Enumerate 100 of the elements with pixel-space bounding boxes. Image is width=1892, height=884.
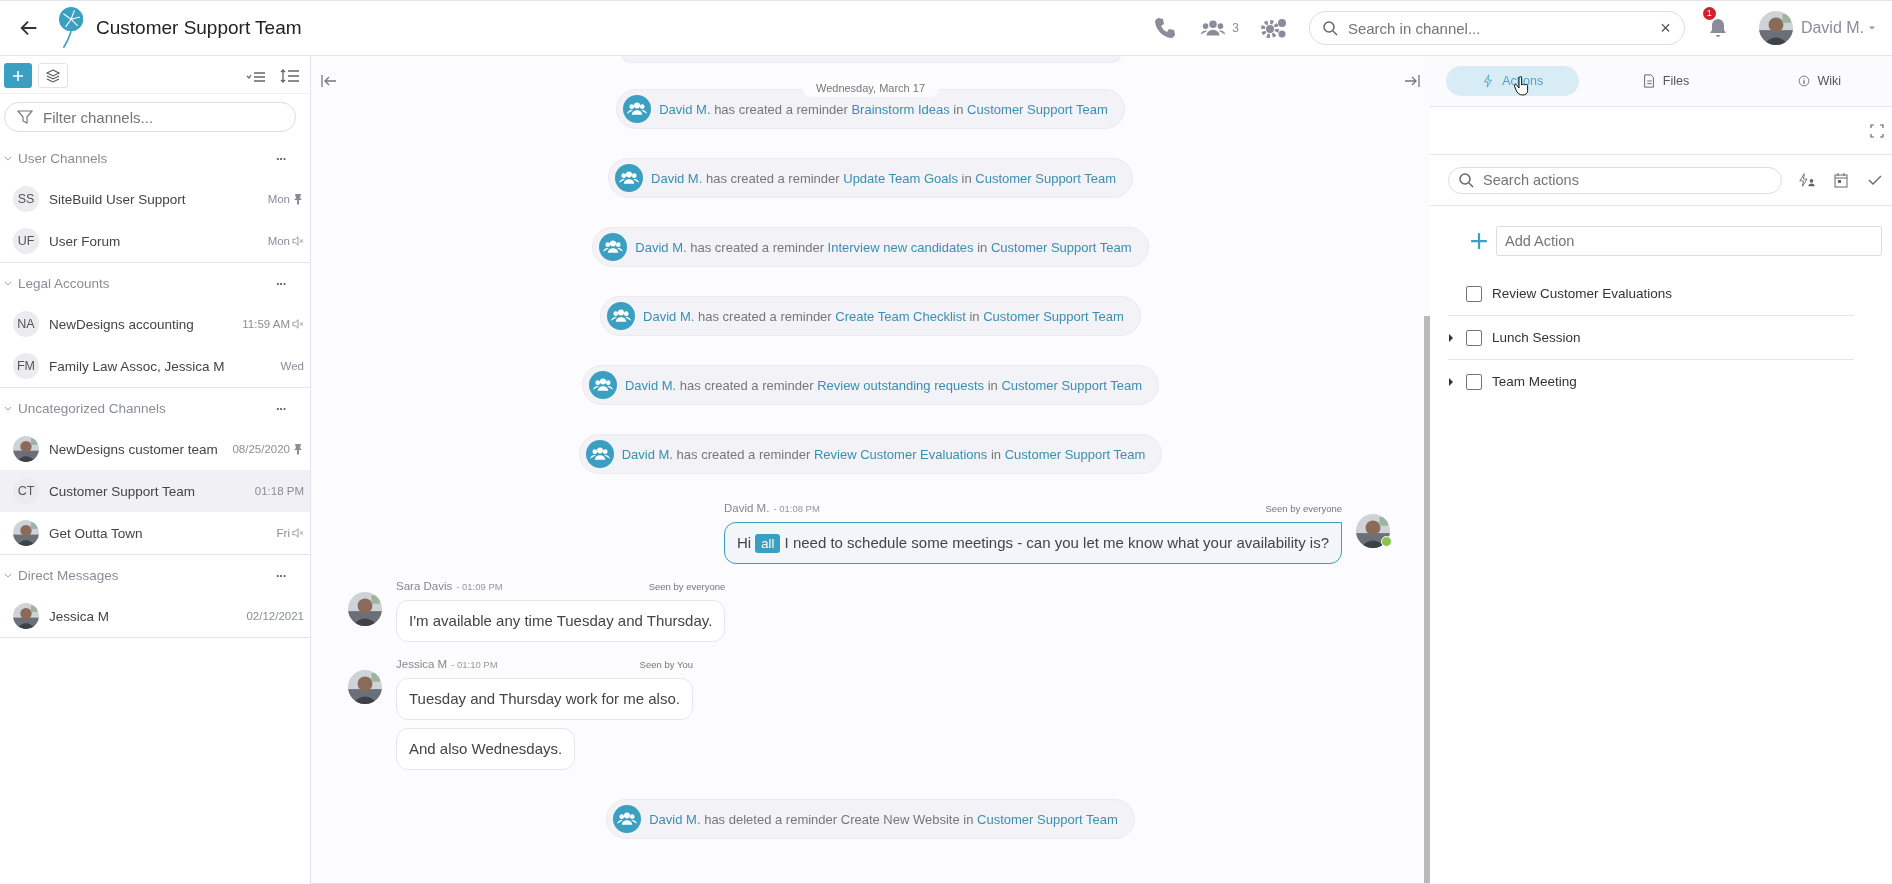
checkbox[interactable] xyxy=(1466,329,1482,346)
checkbox[interactable] xyxy=(1466,285,1482,302)
link[interactable]: Review Customer Evaluations xyxy=(813,446,988,462)
section-title[interactable]: Uncategorized Channels xyxy=(18,400,166,416)
link[interactable]: Brainstorm Ideas xyxy=(851,101,950,117)
user-name[interactable]: David M. xyxy=(1800,19,1864,37)
message-text: I'm available any time Tuesday and Thursday. xyxy=(409,612,713,629)
calendar-icon[interactable] xyxy=(1832,172,1850,188)
more-button[interactable]: ··· xyxy=(276,150,286,166)
filter-icon xyxy=(17,109,33,125)
mention-tag[interactable]: all xyxy=(755,534,781,553)
plus-icon[interactable] xyxy=(1470,232,1488,250)
channel-time: Mon xyxy=(267,193,290,205)
channel-name: Family Law Assoc, Jessica M xyxy=(49,358,226,374)
link[interactable]: David M. xyxy=(643,308,695,324)
link[interactable]: Customer Support Team xyxy=(967,101,1108,117)
more-button[interactable]: ··· xyxy=(276,400,286,416)
channel-name: NewDesigns accounting xyxy=(49,316,195,332)
chevron-down-icon[interactable] xyxy=(4,280,12,286)
notification-badge: 1 xyxy=(1702,7,1716,20)
more-button[interactable]: ··· xyxy=(276,567,286,583)
message-time: - 01:08 PM xyxy=(773,503,820,514)
section-title[interactable]: Direct Messages xyxy=(18,567,119,583)
group-icon xyxy=(623,95,652,123)
channel-item[interactable]: FM Family Law Assoc, Jessica M Wed xyxy=(0,345,310,387)
channel-avatar: UF xyxy=(13,228,39,254)
link[interactable]: David M. xyxy=(621,446,673,462)
channel-time: 11:59 AM xyxy=(242,318,290,330)
link[interactable]: Customer Support Team xyxy=(975,170,1116,186)
clear-button[interactable]: × xyxy=(1660,19,1671,37)
action-label: Team Meeting xyxy=(1492,374,1577,389)
channel-avatar: CT xyxy=(13,478,39,504)
layers-button[interactable] xyxy=(38,63,68,88)
channel-item[interactable]: Get Outta Town Fri xyxy=(0,512,310,554)
link[interactable]: David M. xyxy=(649,811,701,827)
link[interactable]: David M. xyxy=(651,170,703,186)
filter-field[interactable]: Filter channels... xyxy=(4,102,296,132)
chevron-down-icon[interactable] xyxy=(4,572,12,578)
add-action-field[interactable]: Add Action xyxy=(1496,226,1882,256)
section-title[interactable]: Legal Accounts xyxy=(18,275,110,291)
channel-title: Customer Support Team xyxy=(96,17,302,39)
message-time: - 01:10 PM xyxy=(451,659,498,670)
link[interactable]: Customer Support Team xyxy=(990,239,1132,255)
link[interactable]: David M. xyxy=(659,101,711,117)
channel-item[interactable]: CT Customer Support Team 01:18 PM xyxy=(0,470,310,512)
author-name: Jessica M xyxy=(396,658,448,670)
scrollbar[interactable] xyxy=(1424,316,1430,883)
caret-icon[interactable] xyxy=(1868,25,1876,31)
channel-time: Fri xyxy=(276,527,290,539)
seen-status: Seen by everyone xyxy=(648,581,726,592)
search-field[interactable]: Search actions xyxy=(1448,166,1782,194)
chevron-down-icon[interactable] xyxy=(4,155,12,161)
document-icon xyxy=(1642,74,1655,88)
dandelion-logo-icon xyxy=(56,6,84,50)
chevron-down-icon[interactable] xyxy=(4,405,12,411)
channel-item[interactable]: SS SiteBuild User Support Mon xyxy=(0,178,310,220)
link[interactable]: Update Team Goals xyxy=(843,170,958,186)
layers-icon xyxy=(45,67,61,84)
author-name: David M. xyxy=(724,502,770,514)
link[interactable]: Customer Support Team xyxy=(1004,446,1146,462)
action-label: Review Customer Evaluations xyxy=(1492,286,1673,301)
link[interactable]: Customer Support Team xyxy=(1001,377,1143,393)
channel-item[interactable]: Jessica M 02/12/2021 xyxy=(0,595,310,637)
lightning-person-icon[interactable] xyxy=(1798,172,1816,188)
link[interactable]: David M. xyxy=(624,377,677,393)
link[interactable]: Interview new candidates xyxy=(827,239,974,255)
group-icon xyxy=(613,805,642,833)
channel-time: Wed xyxy=(280,360,304,372)
action-label: Lunch Session xyxy=(1492,330,1581,345)
search-icon xyxy=(1458,172,1474,188)
link[interactable]: Customer Support Team xyxy=(983,308,1124,324)
panel-tab[interactable]: Wiki xyxy=(1752,66,1886,96)
add-button[interactable] xyxy=(4,63,32,88)
event-text: David M. has created a reminder Review Customer Evaluations in Customer Support Team xyxy=(621,446,1146,462)
checkbox[interactable] xyxy=(1466,373,1482,390)
expand-caret-icon[interactable] xyxy=(1448,332,1454,343)
channel-item[interactable]: NewDesigns customer team 08/25/2020 xyxy=(0,428,310,470)
channel-name: SiteBuild User Support xyxy=(49,191,187,207)
panel-tab[interactable]: Files xyxy=(1599,66,1733,96)
channel-item[interactable]: UF User Forum Mon xyxy=(0,220,310,262)
channel-avatar: FM xyxy=(13,353,39,379)
expand-caret-icon[interactable] xyxy=(1448,376,1454,387)
more-button[interactable]: ··· xyxy=(276,275,286,291)
link[interactable]: Customer Support Team xyxy=(977,811,1118,827)
event-text: David M. has created a reminder Create Team Checklist in Customer Support Team xyxy=(643,308,1124,324)
link[interactable]: David M. xyxy=(635,239,687,255)
seen-status: Seen by You xyxy=(639,659,693,670)
group-icon xyxy=(588,371,617,399)
sort-icon[interactable] xyxy=(280,68,300,83)
link[interactable]: Review outstanding requests xyxy=(817,377,985,393)
lightning-icon xyxy=(1482,74,1495,88)
section-title[interactable]: User Channels xyxy=(18,150,108,166)
search-icon xyxy=(1321,20,1338,36)
settings-icon[interactable] xyxy=(1258,16,1289,40)
fullscreen-icon[interactable] xyxy=(1870,123,1884,138)
channel-item[interactable]: NA NewDesigns accounting 11:59 AM xyxy=(0,303,310,345)
collapse-left-icon[interactable] xyxy=(321,74,337,88)
link[interactable]: Create Team Checklist xyxy=(835,308,966,324)
info-icon xyxy=(1797,74,1810,88)
collapse-right-icon[interactable] xyxy=(1404,74,1420,88)
